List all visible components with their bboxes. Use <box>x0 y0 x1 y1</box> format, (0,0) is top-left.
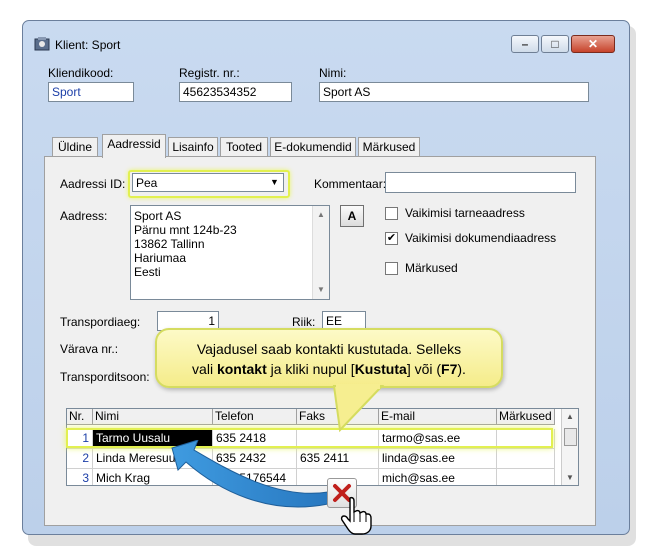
aadress-line: 13862 Tallinn <box>134 237 205 251</box>
aadress-scrollbar[interactable]: ▲ ▼ <box>312 206 329 299</box>
table-row-nr[interactable]: 3 <box>67 469 93 485</box>
table-row-email[interactable]: linda@sas.ee <box>379 449 497 469</box>
callout-line2: vali kontakt ja kliki nupul [Kustuta] võ… <box>192 361 466 377</box>
kliendikood-label: Kliendikood: <box>48 66 114 80</box>
scroll-up-icon[interactable]: ▲ <box>562 412 578 421</box>
curved-arrow-icon <box>171 440 329 508</box>
scroll-up-icon[interactable]: ▲ <box>313 208 329 222</box>
tab-markused[interactable]: Märkused <box>358 137 420 157</box>
callout-line1: Vajadusel saab kontakti kustutada. Selle… <box>196 341 462 357</box>
aadress-line: Pärnu mnt 124b-23 <box>134 223 237 237</box>
tab-e-dokumendid[interactable]: E-dokumendid <box>270 137 356 157</box>
nimi-label: Nimi: <box>319 66 347 80</box>
registr-label: Registr. nr.: <box>179 66 240 80</box>
scroll-thumb[interactable] <box>564 428 577 446</box>
tab-aadressid[interactable]: Aadressid <box>102 134 166 158</box>
aadress-line: Hariumaa <box>134 251 187 265</box>
col-header-email[interactable]: E-mail <box>379 409 497 425</box>
maximize-icon: □ <box>551 37 559 51</box>
dokumendiaadress-label: Vaikimisi dokumendiaadress <box>405 231 557 245</box>
help-callout: Vajadusel saab kontakti kustutada. Selle… <box>155 328 503 388</box>
callout-tail <box>332 384 385 433</box>
markused-cb-label: Märkused <box>405 261 458 275</box>
varava-label: Värava nr.: <box>60 342 119 356</box>
close-icon: ✕ <box>587 37 599 51</box>
aadressi-id-label: Aadressi ID: <box>60 177 126 191</box>
hand-cursor-icon <box>340 496 372 535</box>
tarneaadress-label: Vaikimisi tarneaadress <box>405 206 525 220</box>
aadress-textarea[interactable]: Sport AS Pärnu mnt 124b-23 13862 Tallinn… <box>130 205 330 300</box>
scroll-down-icon[interactable]: ▼ <box>562 473 578 482</box>
aadress-label: Aadress: <box>60 209 108 223</box>
table-row-nr[interactable]: 2 <box>67 449 93 469</box>
col-header-telefon[interactable]: Telefon <box>213 409 297 425</box>
tab-tooted[interactable]: Tooted <box>220 137 268 157</box>
aadressi-id-value: Pea <box>136 176 158 190</box>
kommentaar-label: Kommentaar: <box>314 177 387 191</box>
registr-field[interactable]: 45623534352 <box>179 82 292 102</box>
col-header-nimi[interactable]: Nimi <box>93 409 213 425</box>
aadress-line: Eesti <box>134 265 161 279</box>
markused-checkbox[interactable] <box>385 262 398 275</box>
checkmark-icon: ✔ <box>386 232 397 244</box>
window-title: Klient: Sport <box>55 38 121 52</box>
kommentaar-field[interactable] <box>385 172 576 193</box>
tab-uldine[interactable]: Üldine <box>52 137 98 157</box>
client-app-icon <box>34 37 50 51</box>
col-header-nr[interactable]: Nr. <box>67 409 93 425</box>
riik-label: Riik: <box>292 315 316 329</box>
col-header-markused[interactable]: Märkused <box>497 409 555 425</box>
tab-lisainfo[interactable]: Lisainfo <box>168 137 218 157</box>
maximize-button[interactable]: □ <box>541 35 569 53</box>
table-row-markused[interactable] <box>497 469 555 485</box>
tarneaadress-checkbox[interactable] <box>385 207 398 220</box>
minimize-icon: – <box>521 37 529 51</box>
table-row-email[interactable]: mich@sas.ee <box>379 469 497 485</box>
kliendikood-field[interactable]: Sport <box>48 82 134 102</box>
table-row-markused[interactable] <box>497 449 555 469</box>
title-bar[interactable]: Klient: Sport – □ ✕ <box>23 21 629 53</box>
aadress-line: Sport AS <box>134 209 182 223</box>
dokumendiaadress-checkbox[interactable]: ✔ <box>385 232 398 245</box>
nimi-field[interactable]: Sport AS <box>319 82 589 102</box>
close-button[interactable]: ✕ <box>571 35 615 53</box>
transporditsoon-label: Transporditsoon: <box>60 370 150 384</box>
minimize-button[interactable]: – <box>511 35 539 53</box>
scroll-down-icon[interactable]: ▼ <box>313 283 329 297</box>
chevron-down-icon[interactable]: ▼ <box>267 175 282 190</box>
address-format-button[interactable]: A <box>340 205 364 227</box>
transpordiaeg-label: Transpordiaeg: <box>60 315 141 329</box>
contacts-scrollbar[interactable]: ▲ ▼ <box>561 409 578 485</box>
aadressi-id-select[interactable]: Pea ▼ <box>132 173 284 192</box>
